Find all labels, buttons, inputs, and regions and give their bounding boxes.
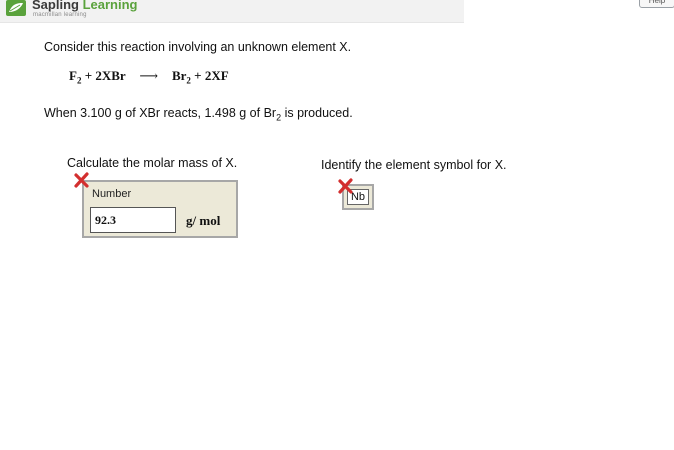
question1-prompt: Calculate the molar mass of X. bbox=[67, 156, 238, 170]
molar-mass-answer-panel: Number 92.3 g/ mol bbox=[82, 180, 238, 238]
reaction-arrow-icon: ⟶ bbox=[139, 68, 159, 83]
eq-product1: Br bbox=[171, 68, 187, 83]
sapling-leaf-icon bbox=[6, 0, 26, 16]
eq-reactant1: F bbox=[69, 68, 77, 83]
sub-brand: macmillan learning bbox=[33, 12, 87, 18]
eq-product2: + 2XF bbox=[190, 68, 229, 83]
given-data: When 3.100 g of XBr reacts, 1.498 g of B… bbox=[44, 106, 353, 123]
header-bar: Sapling Learning macmillan learning bbox=[0, 0, 464, 23]
number-label: Number bbox=[92, 188, 132, 200]
unit-label: g/ mol bbox=[186, 213, 221, 228]
brand-part1: Sapling bbox=[32, 0, 79, 12]
brand-name: Sapling Learning bbox=[32, 0, 137, 12]
given-part2: is produced. bbox=[281, 106, 353, 120]
reaction-equation: F2 + 2XBr ⟶ Br2 + 2XF bbox=[69, 68, 229, 86]
molar-mass-input[interactable]: 92.3 bbox=[90, 207, 176, 233]
red-x-icon bbox=[338, 178, 353, 194]
problem-intro: Consider this reaction involving an unkn… bbox=[44, 40, 352, 54]
given-part1: When 3.100 g of XBr reacts, 1.498 g of B… bbox=[44, 106, 277, 120]
eq-reactant2: + 2XBr bbox=[81, 68, 126, 83]
red-x-icon bbox=[74, 172, 89, 188]
question2-prompt: Identify the element symbol for X. bbox=[321, 158, 507, 172]
help-button[interactable]: Help bbox=[639, 0, 674, 8]
brand-part2: Learning bbox=[82, 0, 138, 12]
